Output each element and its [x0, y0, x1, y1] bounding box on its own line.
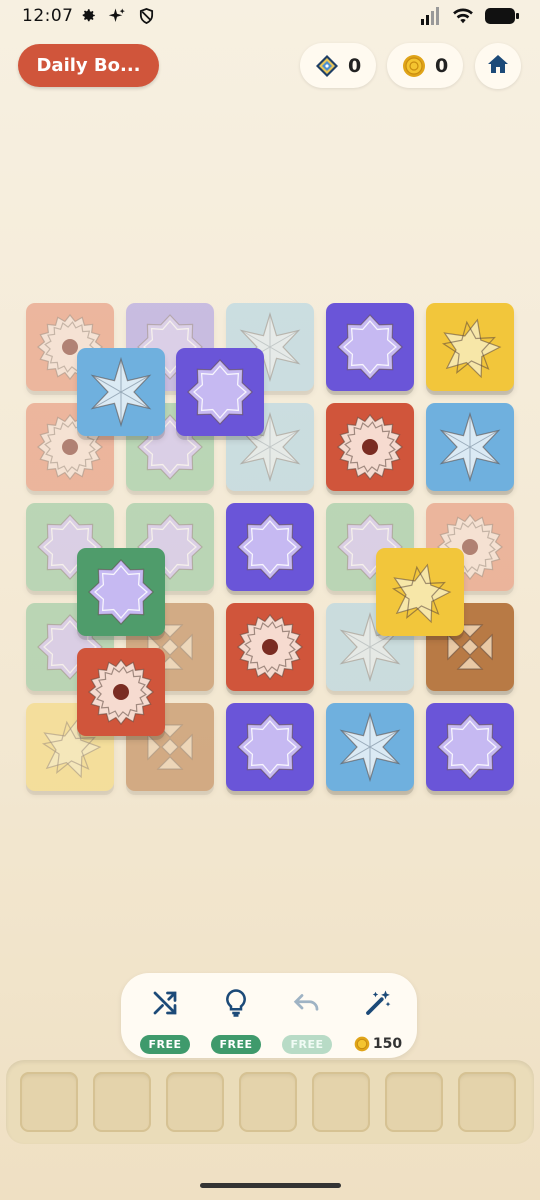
magic-wand-button[interactable]: 150 [348, 983, 408, 1053]
tile-hexagram[interactable] [77, 348, 165, 436]
octagram-icon [237, 714, 303, 780]
tray-slot [239, 1072, 297, 1132]
tile-octagram[interactable] [77, 548, 165, 636]
octagram-icon [337, 314, 403, 380]
tile-octagram[interactable] [176, 348, 264, 436]
gear-icon [337, 414, 403, 480]
tray-slot [166, 1072, 224, 1132]
magic-wand-cost-value: 150 [372, 1036, 403, 1052]
tray-slot [20, 1072, 78, 1132]
tile-octagram[interactable] [226, 503, 314, 591]
tile-gear[interactable] [77, 648, 165, 736]
tray-slot [458, 1072, 516, 1132]
tile-star[interactable] [426, 303, 514, 391]
tray-slot [312, 1072, 370, 1132]
octagram-icon [88, 559, 154, 625]
tile-gear[interactable] [226, 603, 314, 691]
tile-octagram[interactable] [426, 703, 514, 791]
lightbulb-icon [221, 988, 251, 1022]
powerup-toolbar: FREE FREE FREE 150 [121, 973, 417, 1058]
shuffle-button[interactable]: FREE [135, 983, 195, 1054]
hint-free-badge: FREE [211, 1035, 261, 1054]
tile-gear[interactable] [326, 403, 414, 491]
tile-hexagram[interactable] [326, 703, 414, 791]
octagram-icon [187, 359, 253, 425]
undo-button[interactable]: FREE [277, 983, 337, 1054]
hint-button[interactable]: FREE [206, 983, 266, 1054]
tile-star[interactable] [376, 548, 464, 636]
undo-free-badge: FREE [282, 1035, 332, 1054]
shuffle-icon [150, 988, 180, 1022]
tray-slot [385, 1072, 443, 1132]
octagram-icon [437, 714, 503, 780]
hexagram-icon [339, 711, 401, 783]
shuffle-free-badge: FREE [140, 1035, 190, 1054]
home-indicator[interactable] [200, 1183, 341, 1188]
tile-tray [6, 1060, 534, 1144]
magic-wand-cost: 150 [348, 1036, 408, 1052]
coin-icon [354, 1036, 370, 1052]
magic-wand-icon [363, 988, 393, 1022]
star-icon [441, 318, 502, 379]
gear-icon [88, 659, 154, 725]
tile-hexagram[interactable] [426, 403, 514, 491]
tile-octagram[interactable] [226, 703, 314, 791]
tray-slot [93, 1072, 151, 1132]
octagram-icon [237, 514, 303, 580]
tile-octagram[interactable] [326, 303, 414, 391]
hexagram-icon [439, 411, 501, 483]
undo-icon [292, 988, 322, 1022]
hexagram-icon [90, 356, 152, 428]
gear-icon [237, 614, 303, 680]
star-icon [391, 563, 452, 624]
